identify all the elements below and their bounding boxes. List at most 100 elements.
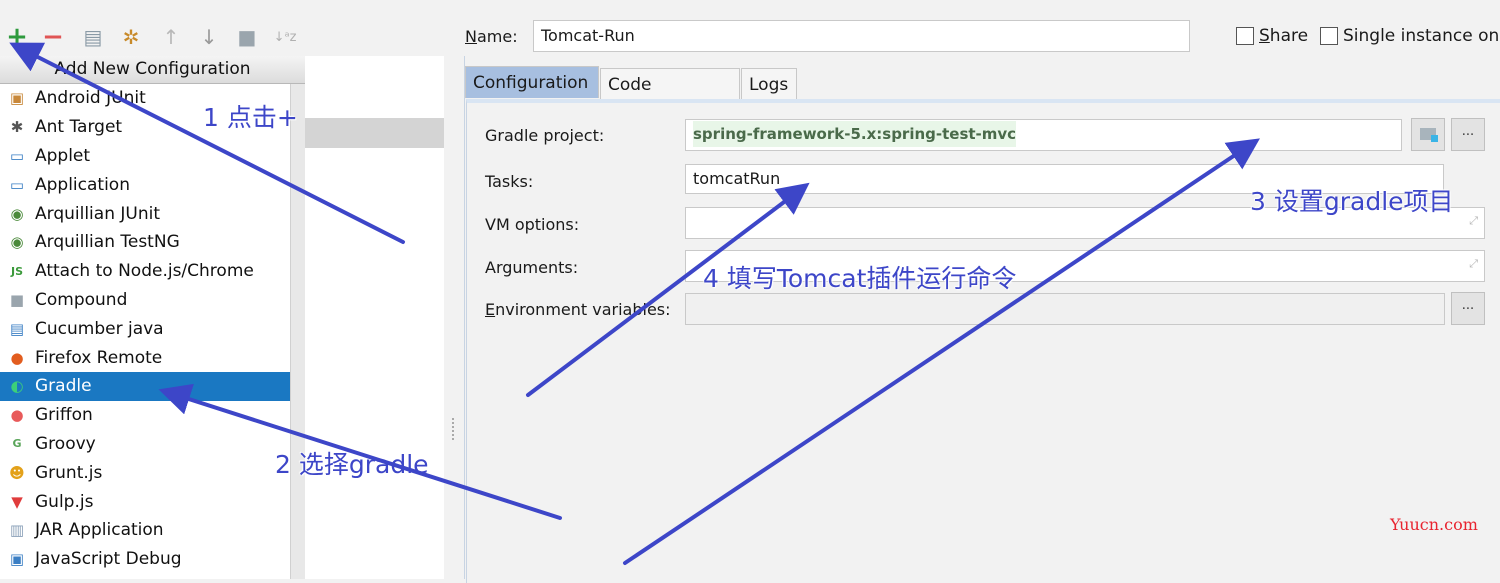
browse-project-button[interactable] — [1411, 118, 1445, 151]
config-type-label: Grunt.js — [35, 462, 103, 483]
config-type-item[interactable]: ▭ Application — [0, 170, 290, 199]
tab-code-coverage[interactable]: Code Coverage — [600, 68, 740, 127]
config-type-label: JavaScript Debug — [35, 549, 182, 570]
config-type-label: Application — [35, 174, 130, 195]
move-down-icon[interactable]: ↓ — [198, 22, 220, 52]
annotation-step-1: 1 点击+ — [203, 103, 298, 132]
griffon-icon: ● — [10, 406, 24, 425]
tree-selected-row[interactable] — [305, 118, 444, 148]
annotation-step-3: 3 设置gradle项目 — [1250, 187, 1454, 216]
expand-icon[interactable]: ⤢ — [1469, 250, 1478, 278]
name-value: Tomcat-Run — [541, 26, 635, 45]
config-type-label: Gradle — [35, 376, 92, 397]
name-label-text: Name: — [465, 27, 518, 46]
arquillian-icon: ◉ — [10, 204, 24, 223]
name-input[interactable]: Tomcat-Run — [533, 20, 1190, 52]
share-label: Share — [1259, 26, 1309, 46]
single-instance-checkbox-box[interactable] — [1320, 27, 1338, 45]
single-instance-checkbox[interactable]: Single instance only — [1320, 26, 1500, 46]
js-debug-icon: ▣ — [9, 550, 25, 569]
project-folder-icon — [1420, 128, 1438, 142]
config-type-label: Arquillian JUnit — [35, 203, 160, 224]
config-type-item[interactable]: ▣ JavaScript Debug — [0, 545, 290, 574]
edit-defaults-icon[interactable]: ✲ — [120, 22, 142, 52]
config-type-item[interactable]: ☻ Grunt.js — [0, 458, 290, 487]
expand-icon[interactable]: ⤢ — [1469, 207, 1478, 235]
config-type-item[interactable]: ◐ Gradle — [0, 371, 290, 401]
add-configuration-popup: Add New Configuration ▣ Android JUnit ✱ Ant… — [0, 56, 306, 579]
config-type-label: Griffon — [35, 405, 93, 426]
config-type-label: Android JUnit — [35, 88, 146, 109]
config-type-label: Arquillian TestNG — [35, 232, 180, 253]
gradle-project-input[interactable]: spring-framework-5.x:spring-test-mvc — [685, 119, 1402, 151]
tasks-label: Tasks: — [485, 172, 534, 191]
config-type-item[interactable]: ◉ Arquillian JUnit — [0, 199, 290, 228]
config-type-item[interactable]: ■ Compound — [0, 286, 290, 315]
firefox-icon: ● — [10, 348, 24, 367]
grunt-icon: ☻ — [9, 463, 25, 482]
config-type-item[interactable]: ● Griffon — [0, 401, 290, 430]
popup-header: Add New Configuration — [0, 56, 305, 84]
config-type-item[interactable]: ◉ Arquillian TestNG — [0, 228, 290, 257]
config-type-label: Compound — [35, 289, 128, 310]
environment-variables-more-button[interactable]: ... — [1451, 292, 1485, 325]
gradle-icon: ◐ — [10, 377, 24, 396]
config-type-item[interactable]: ▼ Gulp.js — [0, 487, 290, 516]
gradle-project-more-button[interactable]: ... — [1451, 118, 1485, 151]
nodejs-icon: JS — [10, 264, 23, 278]
vm-options-label: VM options: — [485, 215, 580, 234]
move-up-icon[interactable]: ↑ — [160, 22, 182, 52]
configuration-tree — [305, 56, 445, 579]
remove-icon[interactable]: − — [42, 22, 64, 52]
application-icon: ▭ — [9, 175, 25, 194]
arguments-label: Arguments: — [485, 258, 579, 277]
groovy-icon: G — [12, 437, 22, 451]
share-checkbox-box[interactable] — [1236, 27, 1254, 45]
gulp-icon: ▼ — [11, 492, 23, 511]
config-type-label: Applet — [35, 145, 91, 166]
env-label-text: Environment variables: — [485, 300, 671, 319]
config-type-label: Attach to Node.js/Chrome — [35, 261, 254, 282]
android-junit-icon: ▣ — [9, 89, 25, 108]
config-type-label: Groovy — [35, 433, 96, 454]
config-type-label: Gulp.js — [35, 491, 94, 512]
tasks-value: tomcatRun — [693, 169, 781, 188]
configuration-type-list: ▣ Android JUnit ✱ Ant Target ▭ Applet ▭ Applica… — [0, 84, 290, 574]
name-label: Name: — [465, 27, 518, 46]
config-type-item[interactable]: ▭ Applet — [0, 142, 290, 171]
copy-icon[interactable]: ▤ — [82, 22, 104, 52]
tab-configuration[interactable]: Configuration — [465, 66, 599, 98]
config-type-label: Firefox Remote — [35, 347, 163, 368]
environment-variables-label: Environment variables: — [485, 300, 671, 319]
config-type-item[interactable]: G Groovy — [0, 430, 290, 459]
folder-icon[interactable]: ■ — [236, 22, 258, 52]
jar-icon: ▥ — [9, 521, 25, 540]
gradle-project-value: spring-framework-5.x:spring-test-mvc — [693, 121, 1017, 147]
applet-icon: ▭ — [9, 146, 25, 165]
config-type-label: JAR Application — [35, 520, 164, 541]
toolbar: + − ▤ ✲ ↑ ↓ ■ ↓ᵃz — [0, 22, 305, 56]
cucumber-icon: ▤ — [9, 319, 25, 338]
environment-variables-input[interactable] — [685, 293, 1445, 325]
share-checkbox[interactable]: Share — [1236, 26, 1308, 46]
splitter[interactable] — [444, 56, 465, 579]
scrollbar[interactable] — [290, 84, 305, 579]
config-type-label: Cucumber java — [35, 318, 164, 339]
watermark: Yuucn.com — [1390, 515, 1478, 534]
config-type-item[interactable]: ● Firefox Remote — [0, 343, 290, 372]
gradle-project-label: Gradle project: — [485, 126, 605, 145]
single-instance-label: Single instance only — [1343, 26, 1500, 46]
config-type-item[interactable]: ▤ Cucumber java — [0, 314, 290, 343]
config-type-item[interactable]: ▥ JAR Application — [0, 516, 290, 545]
config-type-label: Ant Target — [35, 117, 123, 138]
compound-icon: ■ — [9, 290, 25, 309]
config-type-item[interactable]: JS Attach to Node.js/Chrome — [0, 257, 290, 286]
annotation-step-2: 2 选择gradle — [275, 450, 429, 479]
arquillian-icon: ◉ — [10, 233, 24, 252]
annotation-step-4: 4 填写Tomcat插件运行命令 — [703, 264, 1017, 293]
tab-logs[interactable]: Logs — [741, 68, 797, 100]
add-icon[interactable]: + — [6, 22, 28, 52]
ant-icon: ✱ — [10, 118, 24, 137]
sort-icon[interactable]: ↓ᵃz — [274, 22, 297, 52]
splitter-grip-icon[interactable] — [452, 418, 458, 440]
